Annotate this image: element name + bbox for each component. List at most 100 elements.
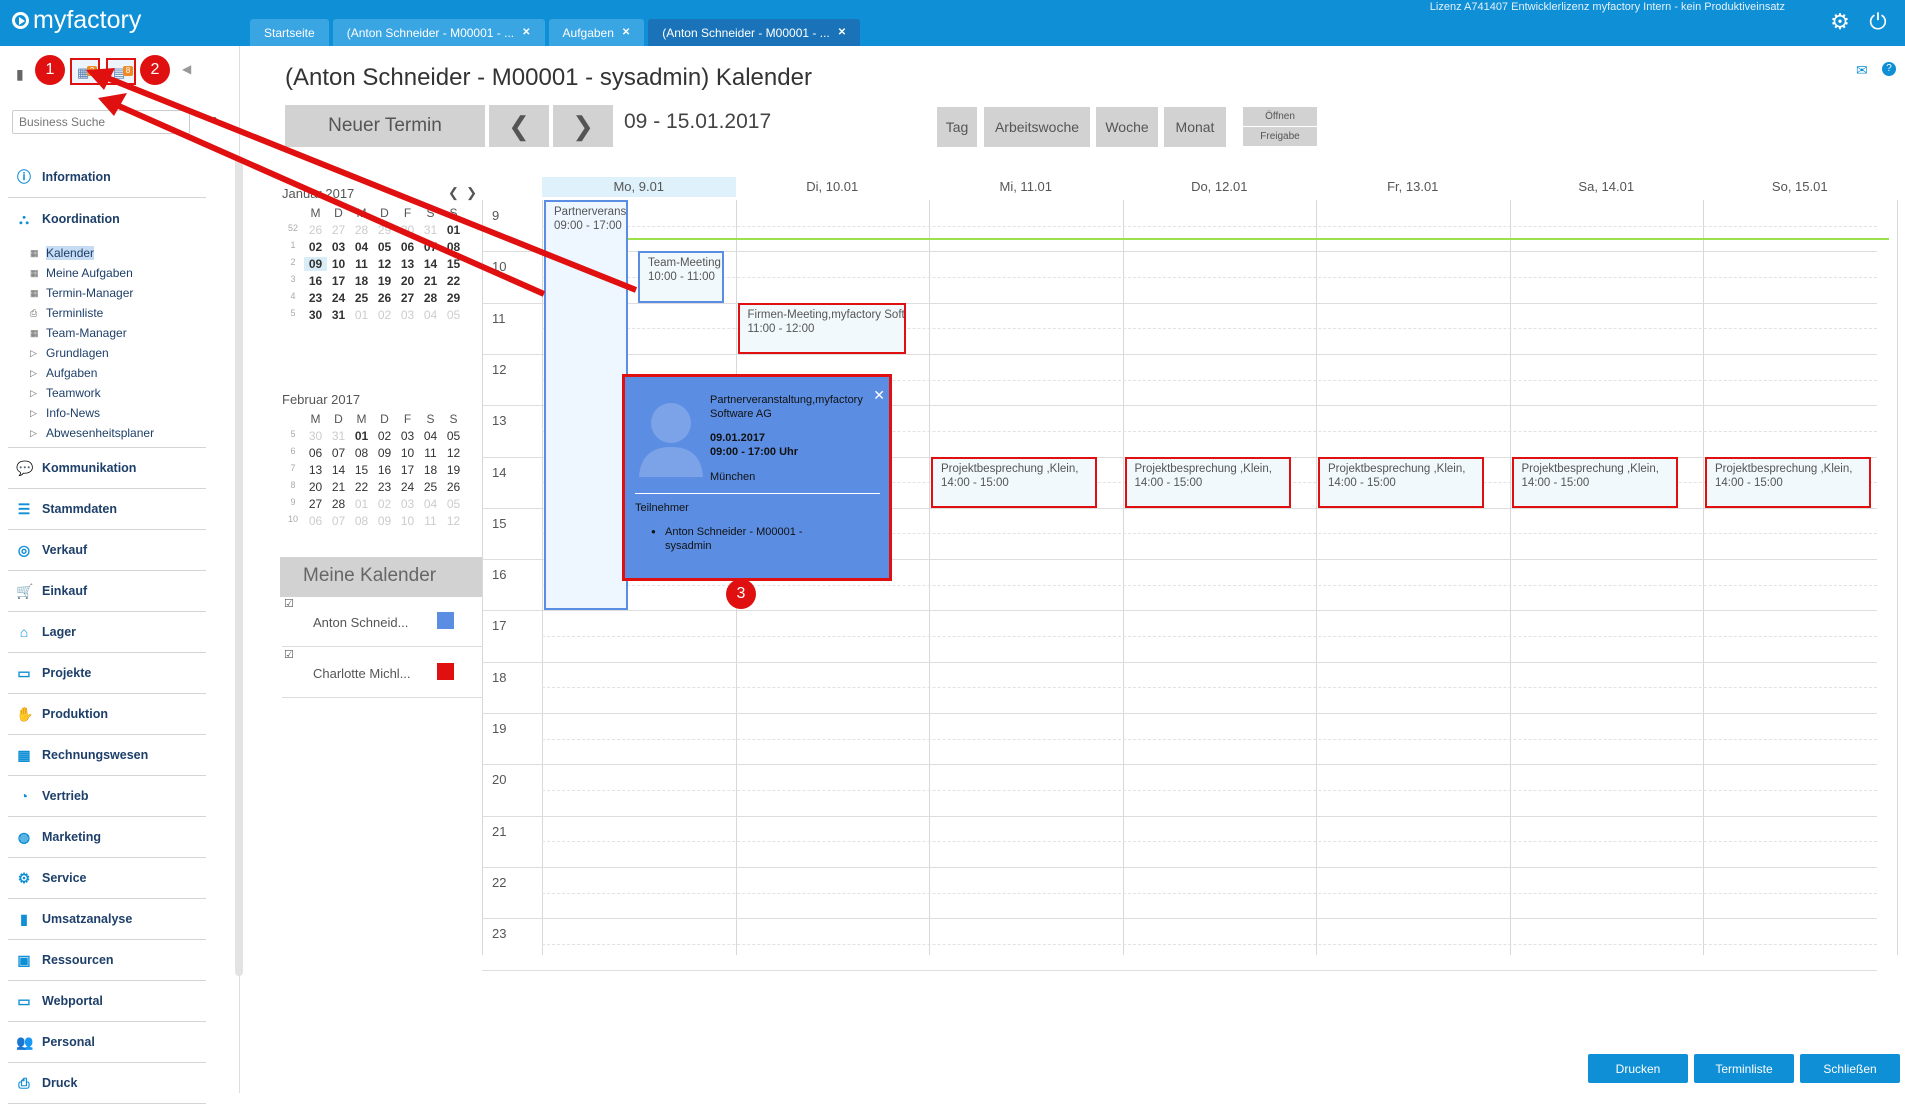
mini-calendar-day[interactable]: 10 xyxy=(396,514,419,528)
mini-calendar-day[interactable]: 15 xyxy=(350,463,373,477)
mini-calendar-day[interactable]: 04 xyxy=(419,429,442,443)
mini-calendar-day[interactable]: 20 xyxy=(304,480,327,494)
view-monat-button[interactable]: Monat xyxy=(1164,107,1226,147)
mini-calendar-day[interactable]: 29 xyxy=(442,291,465,305)
nav-item-information[interactable]: ⓘ Information xyxy=(8,157,206,198)
mini-calendar-day[interactable]: 12 xyxy=(373,257,396,271)
sub-item-termin-manager[interactable]: ▦ Termin-Manager xyxy=(30,283,206,303)
nav-item-marketing[interactable]: ◍ Marketing xyxy=(8,817,206,858)
mini-calendar-day[interactable]: 14 xyxy=(327,463,350,477)
mini-calendar-day[interactable]: 26 xyxy=(442,480,465,494)
mini-calendar-day[interactable]: 31 xyxy=(327,429,350,443)
tab-startseite[interactable]: Startseite xyxy=(250,19,329,46)
mini-calendar-day[interactable]: 08 xyxy=(350,514,373,528)
nav-item-stammdaten[interactable]: ☰ Stammdaten xyxy=(8,489,206,530)
mini-calendar-day[interactable]: 01 xyxy=(350,429,373,443)
mini-calendar-day[interactable]: 11 xyxy=(419,446,442,460)
mini-calendar-day[interactable]: 25 xyxy=(419,480,442,494)
mini-calendar-day[interactable]: 02 xyxy=(373,429,396,443)
mini-calendar-day[interactable]: 27 xyxy=(396,291,419,305)
nav-item-lager[interactable]: ⌂ Lager xyxy=(8,612,206,653)
nav-item-ressourcen[interactable]: ▣ Ressourcen xyxy=(8,940,206,981)
mini-calendar-day[interactable]: 22 xyxy=(442,274,465,288)
nav-item-rechnungswesen[interactable]: ▦ Rechnungswesen xyxy=(8,735,206,776)
mini-calendar-day[interactable]: 11 xyxy=(419,514,442,528)
sub-item-grundlagen[interactable]: ▷ Grundlagen xyxy=(30,343,206,363)
mini-calendar-day[interactable]: 04 xyxy=(419,497,442,511)
sub-item-meine-aufgaben[interactable]: ▦ Meine Aufgaben xyxy=(30,263,206,283)
gear-icon[interactable]: ⚙ xyxy=(1828,10,1852,34)
mini-calendar-day[interactable]: 04 xyxy=(350,240,373,254)
calendar-event[interactable]: Projektbesprechung ,Klein, 14:00 - 15:00 xyxy=(1705,456,1872,508)
nav-item-projekte[interactable]: ▭ Projekte xyxy=(8,653,206,694)
sidebar-scrollbar[interactable] xyxy=(235,156,243,976)
mini-calendar-day[interactable]: 05 xyxy=(373,240,396,254)
sub-item-abwesenheitsplaner[interactable]: ▷ Abwesenheitsplaner xyxy=(30,423,206,443)
mini-calendar-day[interactable]: 08 xyxy=(442,240,465,254)
mini-calendar-day[interactable]: 28 xyxy=(350,223,373,237)
mini-calendar-day[interactable]: 02 xyxy=(373,497,396,511)
sub-item-terminliste[interactable]: ⎙ Terminliste xyxy=(30,303,206,323)
sub-item-team-manager[interactable]: ▦ Team-Manager xyxy=(30,323,206,343)
pin-icon[interactable]: ▮ xyxy=(16,66,24,83)
mini-calendar-day[interactable]: 26 xyxy=(373,291,396,305)
nav-item-druck[interactable]: ⎙ Druck xyxy=(8,1063,206,1104)
mini-calendar-day[interactable]: 12 xyxy=(442,446,465,460)
help-icon[interactable]: ? xyxy=(1882,62,1896,76)
day-header[interactable]: Mo, 9.01 xyxy=(542,177,736,197)
power-icon[interactable]: ⏻ xyxy=(1866,10,1890,34)
nav-item-verkauf[interactable]: ◎ Verkauf xyxy=(8,530,206,571)
mini-calendar-day[interactable]: 01 xyxy=(350,308,373,322)
mini-calendar-day[interactable]: 03 xyxy=(396,497,419,511)
sub-item-teamwork[interactable]: ▷ Teamwork xyxy=(30,383,206,403)
mini-calendar-day[interactable]: 16 xyxy=(304,274,327,288)
day-header[interactable]: Mi, 11.01 xyxy=(929,177,1123,197)
nav-item-personal[interactable]: 👥 Personal xyxy=(8,1022,206,1063)
day-header[interactable]: Do, 12.01 xyxy=(1123,177,1317,197)
mini-calendar-day[interactable]: 19 xyxy=(442,463,465,477)
mini-calendar-day[interactable]: 09 xyxy=(373,514,396,528)
mini-calendar-day[interactable]: 19 xyxy=(373,274,396,288)
print-button[interactable]: Drucken xyxy=(1588,1054,1688,1083)
view-tag-button[interactable]: Tag xyxy=(937,107,977,147)
close-icon[interactable]: ✕ xyxy=(522,27,530,38)
calendar-event[interactable]: Team-Meeting 10:00 - 11:00 xyxy=(638,251,724,303)
checkbox[interactable]: ☑ xyxy=(284,648,294,661)
mini-calendar-day[interactable]: 11 xyxy=(350,257,373,271)
mini-calendar-day[interactable]: 29 xyxy=(373,223,396,237)
mini-calendar-day[interactable]: 10 xyxy=(327,257,350,271)
mail-icon[interactable]: ✉ xyxy=(1856,62,1868,79)
mini-calendar-day[interactable]: 04 xyxy=(419,308,442,322)
tab-aufgaben[interactable]: Aufgaben ✕ xyxy=(548,19,645,46)
sub-item-aufgaben[interactable]: ▷ Aufgaben xyxy=(30,363,206,383)
mini-calendar-day[interactable]: 06 xyxy=(304,446,327,460)
mini-calendar-day[interactable]: 27 xyxy=(327,223,350,237)
nav-item-vertrieb[interactable]: ◔ Vertrieb xyxy=(8,776,206,817)
mini-calendar-day[interactable]: 23 xyxy=(304,291,327,305)
previous-button[interactable]: ❮ xyxy=(489,105,549,147)
nav-item-webportal[interactable]: ▭ Webportal xyxy=(8,981,206,1022)
tab-anton-schneider-1[interactable]: (Anton Schneider - M00001 - ... ✕ xyxy=(332,19,545,46)
mini-calendar-day[interactable]: 22 xyxy=(350,480,373,494)
day-header[interactable]: Fr, 13.01 xyxy=(1316,177,1510,197)
checkbox[interactable]: ☑ xyxy=(284,597,294,610)
mini-calendar-day[interactable]: 30 xyxy=(304,308,327,322)
mini-calendar-day[interactable]: 24 xyxy=(327,291,350,305)
mini-calendar-day[interactable]: 07 xyxy=(327,514,350,528)
mini-calendar-day[interactable]: 05 xyxy=(442,497,465,511)
mini-calendar-day[interactable]: 15 xyxy=(442,257,465,271)
nav-item-einkauf[interactable]: 🛒 Einkauf xyxy=(8,571,206,612)
view-woche-button[interactable]: Woche xyxy=(1096,107,1158,147)
mini-calendar-day[interactable]: 17 xyxy=(396,463,419,477)
mini-calendar-day[interactable]: 14 xyxy=(419,257,442,271)
nav-item-umsatzanalyse[interactable]: ▮ Umsatzanalyse xyxy=(8,899,206,940)
mini-calendar-day[interactable]: 13 xyxy=(396,257,419,271)
close-icon[interactable]: ✕ xyxy=(622,27,630,38)
mini-calendar-day[interactable]: 09 xyxy=(373,446,396,460)
mini-calendar-day[interactable]: 02 xyxy=(373,308,396,322)
mini-calendar-day[interactable]: 06 xyxy=(396,240,419,254)
calendar-event[interactable]: Partnerveranstaltung,myfactory Software … xyxy=(544,200,628,611)
mini-calendar-day[interactable]: 24 xyxy=(396,480,419,494)
mini-calendar-day[interactable]: 27 xyxy=(304,497,327,511)
mini-calendar-day[interactable]: 25 xyxy=(350,291,373,305)
